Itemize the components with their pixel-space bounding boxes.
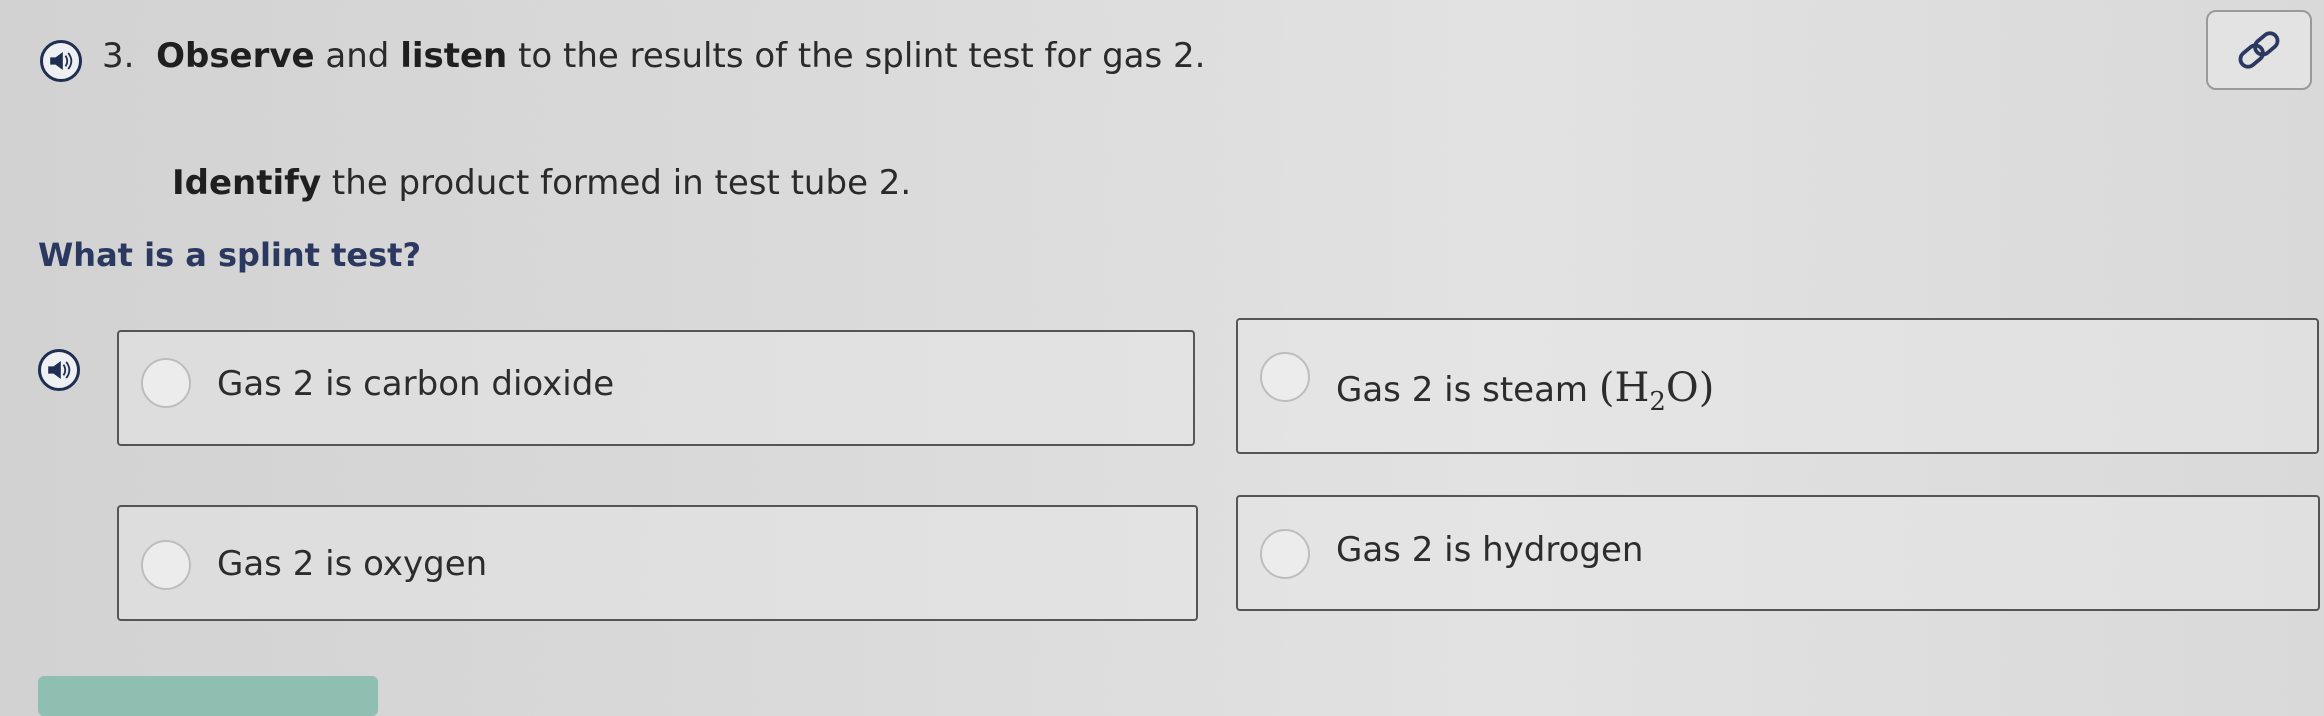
identify-rest: the product formed in test tube 2. bbox=[321, 163, 912, 203]
options-audio-button[interactable] bbox=[38, 349, 80, 391]
option-label-text: Gas 2 is steam bbox=[1336, 370, 1589, 410]
observe-word: Observe bbox=[156, 36, 315, 76]
link-icon bbox=[2238, 31, 2280, 69]
option-hydrogen[interactable]: Gas 2 is hydrogen bbox=[1236, 495, 2320, 611]
identify-word: Identify bbox=[172, 163, 322, 203]
option-carbon-dioxide[interactable]: Gas 2 is carbon dioxide bbox=[117, 330, 1195, 446]
option-label: Gas 2 is oxygen bbox=[217, 544, 488, 584]
steam-formula: (H2O) bbox=[1598, 365, 1715, 417]
option-label: Gas 2 is steam (H2O) bbox=[1336, 368, 1714, 422]
splint-test-help-link[interactable]: What is a splint test? bbox=[38, 236, 421, 274]
question-audio-button[interactable] bbox=[40, 40, 82, 82]
option-radio[interactable] bbox=[141, 358, 191, 408]
question-line-1: 3. Observe and listen to the results of … bbox=[102, 36, 1205, 76]
and-word: and bbox=[314, 36, 401, 76]
option-label: Gas 2 is hydrogen bbox=[1336, 530, 1644, 570]
listen-word: listen bbox=[400, 36, 508, 76]
option-radio[interactable] bbox=[1260, 352, 1310, 402]
speaker-icon bbox=[50, 52, 73, 70]
option-radio[interactable] bbox=[141, 540, 191, 590]
option-label: Gas 2 is carbon dioxide bbox=[217, 364, 615, 404]
option-radio[interactable] bbox=[1260, 529, 1310, 579]
speaker-icon bbox=[48, 361, 71, 379]
question-line-2: Identify the product formed in test tube… bbox=[172, 163, 911, 203]
option-steam[interactable]: Gas 2 is steam (H2O) bbox=[1236, 318, 2319, 454]
link-button[interactable] bbox=[2206, 10, 2312, 90]
question-number: 3. bbox=[102, 36, 135, 76]
submit-button[interactable] bbox=[38, 676, 378, 716]
option-oxygen[interactable]: Gas 2 is oxygen bbox=[117, 505, 1198, 621]
question-rest: to the results of the splint test for ga… bbox=[507, 36, 1206, 76]
